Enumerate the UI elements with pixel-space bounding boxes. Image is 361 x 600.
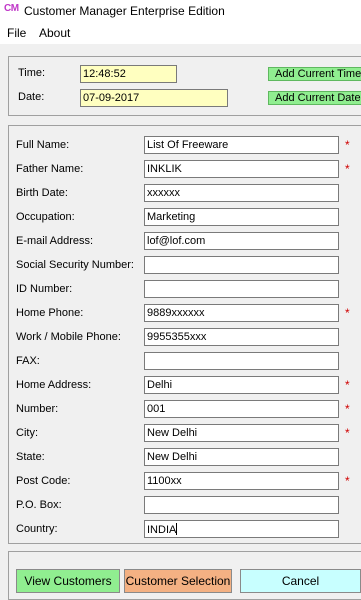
occupation-label: Occupation: [16, 211, 75, 223]
city-value: New Delhi [147, 427, 198, 439]
father-name-value: INKLIK [147, 163, 182, 175]
city-required-mark: * [345, 426, 350, 440]
id-number-input[interactable] [144, 280, 339, 298]
occupation-value: Marketing [147, 211, 196, 223]
birth-date-value: xxxxxx [147, 187, 180, 199]
full-name-required-mark: * [345, 138, 350, 152]
state-input[interactable]: New Delhi [144, 448, 339, 466]
customer-selection-button[interactable]: Customer Selection [124, 569, 232, 593]
full-name-label: Full Name: [16, 139, 70, 151]
work-mobile-phone-input[interactable]: 9955355xxx [144, 328, 339, 346]
post-code-input[interactable]: 1100xx [144, 472, 339, 490]
datetime-panel [8, 56, 361, 116]
father-name-input[interactable]: INKLIK [144, 160, 339, 178]
cancel-button[interactable]: Cancel [240, 569, 361, 593]
home-phone-value: 9889xxxxxx [147, 307, 205, 319]
state-label: State: [16, 451, 45, 463]
number-value: 001 [147, 403, 166, 415]
view-customers-button[interactable]: View Customers [16, 569, 120, 593]
home-phone-required-mark: * [345, 306, 350, 320]
number-input[interactable]: 001 [144, 400, 339, 418]
post-code-value: 1100xx [147, 475, 182, 487]
post-code-label: Post Code: [16, 475, 71, 487]
date-field[interactable]: 07-09-2017 [80, 89, 228, 107]
state-value: New Delhi [147, 451, 198, 463]
city-label: City: [16, 427, 38, 439]
country-input[interactable]: INDIA [144, 520, 339, 538]
full-name-input[interactable]: List Of Freeware [144, 136, 339, 154]
work-mobile-phone-label: Work / Mobile Phone: [16, 331, 121, 343]
title-bar: CM Customer Manager Enterprise Edition [0, 0, 361, 22]
home-phone-input[interactable]: 9889xxxxxx [144, 304, 339, 322]
home-address-required-mark: * [345, 378, 350, 392]
menu-file[interactable]: File [7, 26, 26, 40]
number-required-mark: * [345, 402, 350, 416]
text-cursor [176, 523, 178, 535]
e-mail-address-label: E-mail Address: [16, 235, 94, 247]
country-label: Country: [16, 523, 58, 535]
work-mobile-phone-value: 9955355xxx [147, 331, 207, 343]
home-phone-label: Home Phone: [16, 307, 84, 319]
post-code-required-mark: * [345, 474, 350, 488]
e-mail-address-value: lof@lof.com [147, 235, 206, 247]
home-address-value: Delhi [147, 379, 173, 391]
date-label: Date: [18, 91, 45, 103]
menu-bar: File About [0, 22, 361, 44]
add-current-date-button[interactable]: Add Current Date [268, 91, 361, 105]
occupation-input[interactable]: Marketing [144, 208, 339, 226]
add-current-time-button[interactable]: Add Current Time [268, 67, 361, 81]
p-o-box-label: P.O. Box: [16, 499, 62, 511]
father-name-label: Father Name: [16, 163, 84, 175]
time-field[interactable]: 12:48:52 [80, 65, 177, 83]
home-address-label: Home Address: [16, 379, 92, 391]
fax-label: FAX: [16, 355, 40, 367]
birth-date-input[interactable]: xxxxxx [144, 184, 339, 202]
app-logo-icon: CM [4, 3, 19, 14]
birth-date-label: Birth Date: [16, 187, 68, 199]
time-label: Time: [18, 67, 46, 79]
p-o-box-input[interactable] [144, 496, 339, 514]
country-value: INDIA [147, 524, 177, 536]
city-input[interactable]: New Delhi [144, 424, 339, 442]
menu-about[interactable]: About [39, 26, 70, 40]
number-label: Number: [16, 403, 59, 415]
full-name-value: List Of Freeware [147, 139, 229, 151]
fax-input[interactable] [144, 352, 339, 370]
social-security-number-label: Social Security Number: [16, 259, 134, 271]
father-name-required-mark: * [345, 162, 350, 176]
social-security-number-input[interactable] [144, 256, 339, 274]
home-address-input[interactable]: Delhi [144, 376, 339, 394]
window-title: Customer Manager Enterprise Edition [24, 4, 225, 18]
e-mail-address-input[interactable]: lof@lof.com [144, 232, 339, 250]
id-number-label: ID Number: [16, 283, 73, 295]
